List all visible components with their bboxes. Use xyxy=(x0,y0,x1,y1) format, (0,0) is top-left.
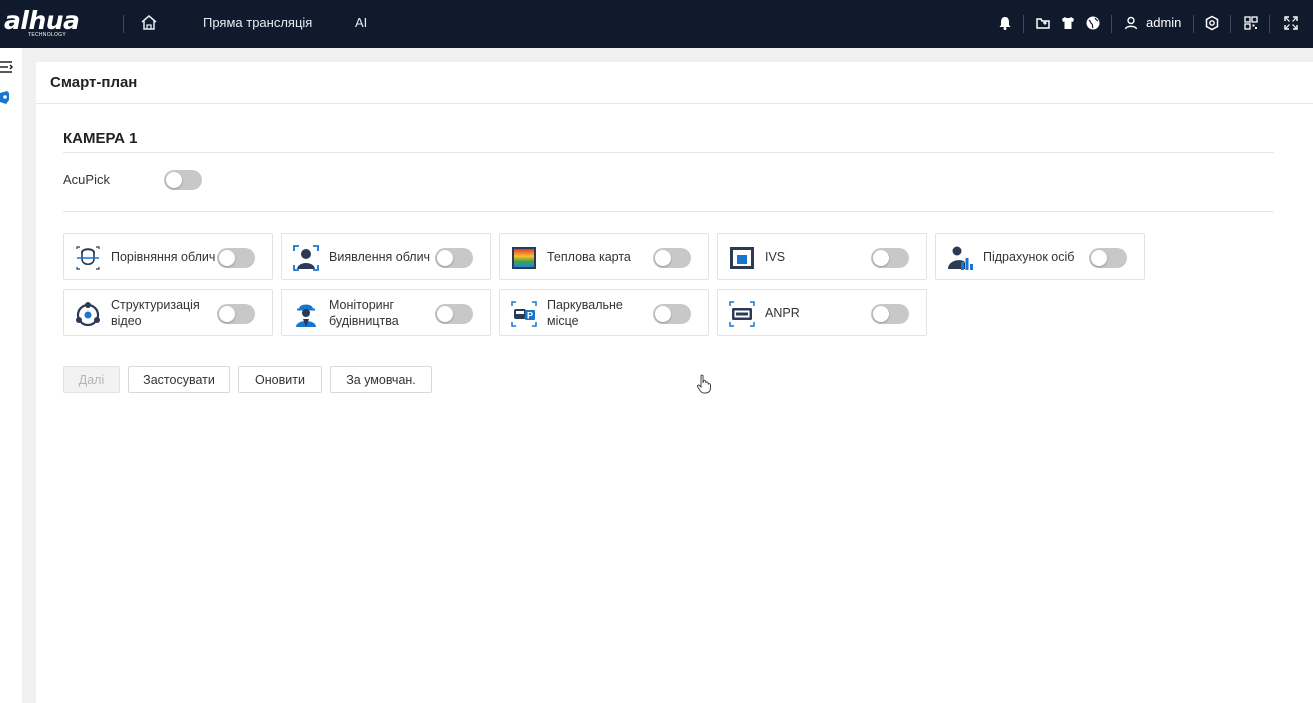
menu-collapse-icon xyxy=(0,61,14,73)
plan-label: Порівняння облич xyxy=(111,249,216,264)
export-button[interactable] xyxy=(1034,14,1052,32)
apply-button[interactable]: Застосувати xyxy=(128,366,230,393)
divider xyxy=(63,152,1274,153)
heatmap-icon xyxy=(510,244,538,272)
plan-card-heatmap: Теплова карта xyxy=(499,233,709,280)
divider xyxy=(1111,15,1112,33)
bell-icon xyxy=(999,17,1011,30)
plan-label: ANPR xyxy=(765,305,800,320)
anpr-toggle[interactable] xyxy=(871,304,909,324)
page-title: Смарт-план xyxy=(50,74,138,91)
default-button[interactable]: За умовчан. xyxy=(330,366,432,393)
fullscreen-button[interactable] xyxy=(1282,14,1300,32)
smart-plan-nav-button[interactable] xyxy=(0,91,14,105)
plan-card-video-struct: Структуризація відео xyxy=(63,289,273,336)
plan-label: Підрахунок осіб xyxy=(983,249,1075,264)
logo-text: alhua xyxy=(4,6,80,35)
ivs-icon xyxy=(728,244,756,272)
people-count-toggle[interactable] xyxy=(1089,248,1127,268)
smart-plan-icon xyxy=(0,91,9,104)
face-compare-icon xyxy=(74,244,102,272)
video-struct-toggle[interactable] xyxy=(217,304,255,324)
plan-label: Виявлення облич xyxy=(329,249,431,264)
divider xyxy=(123,15,124,33)
video-struct-icon xyxy=(74,300,102,328)
settings-button[interactable] xyxy=(1203,14,1221,32)
plan-label: Паркувальне місце xyxy=(547,297,623,328)
divider xyxy=(1269,15,1270,33)
nav-ai[interactable]: AI xyxy=(355,15,367,30)
username-label[interactable]: admin xyxy=(1146,15,1181,30)
plan-card-people-count: Підрахунок осіб xyxy=(935,233,1145,280)
menu-collapse-button[interactable] xyxy=(0,60,14,74)
plan-card-construction: Моніторинг будівництва xyxy=(281,289,491,336)
plan-card-parking: P Паркувальне місце xyxy=(499,289,709,336)
parking-icon: P xyxy=(510,300,538,328)
acupick-label: AcuPick xyxy=(63,172,110,187)
home-button[interactable] xyxy=(138,12,160,34)
qr-code-button[interactable] xyxy=(1242,14,1260,32)
top-bar: alhua TECHNOLOGY Пряма трансляція AI adm… xyxy=(0,0,1313,48)
parking-toggle[interactable] xyxy=(653,304,691,324)
plan-card-face-detect: Виявлення облич xyxy=(281,233,491,280)
export-icon xyxy=(1036,18,1050,29)
uniform-button[interactable] xyxy=(1059,14,1077,32)
face-detect-icon xyxy=(292,244,320,272)
divider xyxy=(1023,15,1024,33)
construction-worker-icon xyxy=(292,300,320,328)
face-detect-toggle[interactable] xyxy=(435,248,473,268)
anpr-icon xyxy=(728,300,756,328)
qr-code-icon xyxy=(1244,16,1258,30)
home-icon xyxy=(141,15,157,30)
hand-cursor-icon xyxy=(696,374,711,394)
ivs-toggle[interactable] xyxy=(871,248,909,268)
logo-tagline: TECHNOLOGY xyxy=(28,32,67,38)
plan-card-ivs: IVS xyxy=(717,233,927,280)
user-menu-button[interactable] xyxy=(1122,14,1140,32)
plan-label: Моніторинг будівництва xyxy=(329,297,399,328)
divider xyxy=(1193,15,1194,33)
notifications-button[interactable] xyxy=(996,14,1014,32)
plan-label: Структуризація відео xyxy=(111,297,200,328)
refresh-button[interactable]: Оновити xyxy=(238,366,322,393)
divider xyxy=(63,211,1274,212)
shirt-icon xyxy=(1062,17,1074,29)
plan-label: Теплова карта xyxy=(547,249,631,264)
settings-icon xyxy=(1205,15,1219,31)
nav-live-view[interactable]: Пряма трансляція xyxy=(203,15,312,30)
globe-icon xyxy=(1086,16,1100,30)
acupick-toggle[interactable] xyxy=(164,170,202,190)
plan-label: IVS xyxy=(765,249,786,264)
panel-header xyxy=(36,62,1313,104)
next-button[interactable]: Далі xyxy=(63,366,120,393)
face-compare-toggle[interactable] xyxy=(217,248,255,268)
smart-plan-panel: Смарт-план КАМЕРА 1 AcuPick Порівняння о… xyxy=(36,62,1313,703)
dahua-logo: alhua TECHNOLOGY xyxy=(4,6,96,39)
plan-card-anpr: ANPR xyxy=(717,289,927,336)
svg-text:P: P xyxy=(527,311,533,321)
left-sidebar xyxy=(0,48,22,703)
construction-toggle[interactable] xyxy=(435,304,473,324)
user-icon xyxy=(1124,16,1138,30)
fullscreen-icon xyxy=(1284,16,1298,30)
language-button[interactable] xyxy=(1084,14,1102,32)
plan-card-face-compare: Порівняння облич xyxy=(63,233,273,280)
camera-title: КАМЕРА 1 xyxy=(63,130,138,147)
divider xyxy=(1230,15,1231,33)
heatmap-toggle[interactable] xyxy=(653,248,691,268)
people-count-icon xyxy=(946,244,974,272)
